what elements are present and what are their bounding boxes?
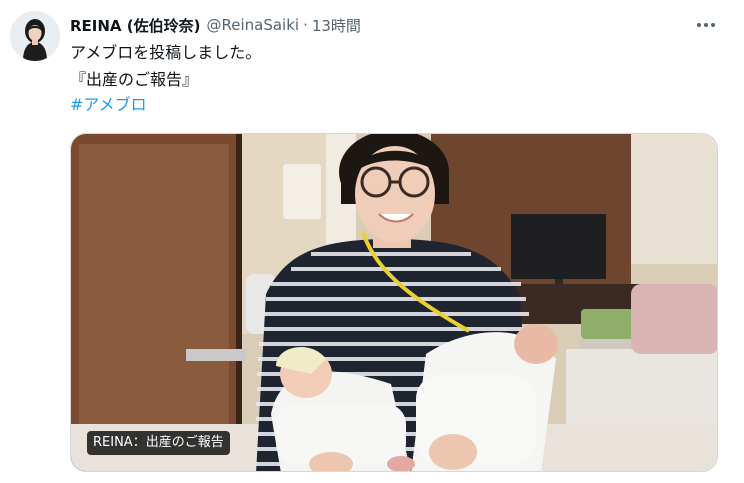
tweet-media[interactable]: REINA：出産のご報告 [70, 133, 718, 472]
avatar[interactable] [10, 11, 60, 61]
author-handle[interactable]: @ReinaSaiki [206, 16, 299, 34]
author-name[interactable]: REINA (佐伯玲奈) [70, 15, 200, 36]
media-caption: REINA：出産のご報告 [87, 431, 230, 455]
tweet-text-line-1: アメブロを投稿しました。 [70, 43, 262, 62]
photo-of-mother-holding-twin-newborns [71, 134, 717, 471]
avatar-image [10, 11, 60, 61]
tweet-header: REINA (佐伯玲奈) @ReinaSaiki · 13時間 [70, 14, 684, 36]
separator: · [303, 16, 308, 34]
tweet-text-line-2: 『出産のご報告』 [70, 70, 199, 89]
timestamp[interactable]: 13時間 [312, 15, 361, 36]
more-options-icon[interactable] [688, 12, 724, 38]
hashtag-link[interactable]: #アメブロ [70, 93, 147, 117]
